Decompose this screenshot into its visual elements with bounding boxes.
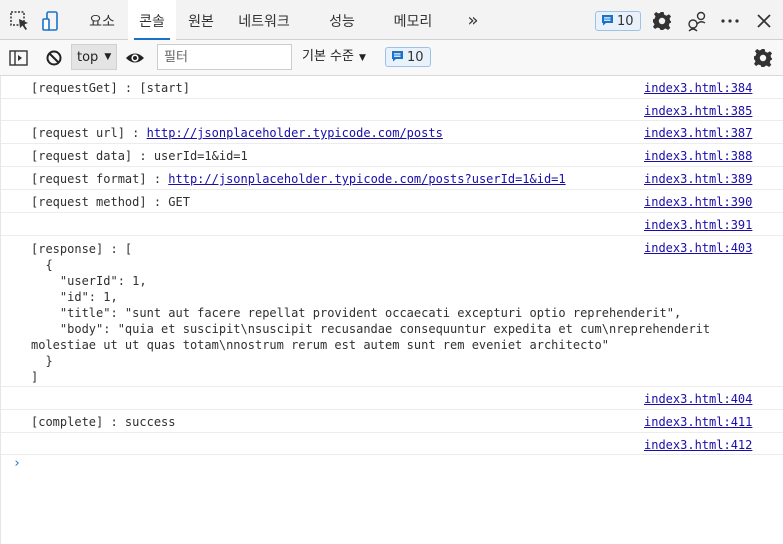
- log-message-text: [request format] :: [31, 172, 169, 186]
- devtools-tabbar: 요소 콘솔 원본 네트워크 성능 메모리 » 10: [0, 0, 783, 40]
- log-source-link[interactable]: index3.html:385: [644, 104, 752, 120]
- log-entry: index3.html:404: [1, 387, 783, 410]
- log-levels-dropdown[interactable]: 기본 수준 ▼: [302, 44, 366, 70]
- toolbar-message-count: 10: [407, 49, 424, 65]
- message-icon: [391, 50, 404, 65]
- context-value: top: [77, 49, 99, 65]
- log-entry: [requestGet] : [start] index3.html:384: [1, 76, 783, 99]
- request-format-link[interactable]: http://jsonplaceholder.typicode.com/post…: [168, 172, 565, 186]
- filter-input[interactable]: [157, 44, 292, 70]
- log-entry: [complete] : success index3.html:411: [1, 410, 783, 433]
- console-settings-gear-icon[interactable]: [752, 47, 774, 69]
- inspect-element-icon[interactable]: [9, 10, 31, 32]
- log-entry: [request data] : userId=1&id=1 index3.ht…: [1, 144, 783, 167]
- log-entry-response: [response] : [ { "userId": 1, "id": 1, "…: [1, 236, 783, 387]
- log-entry: [request format] : http://jsonplaceholde…: [1, 167, 783, 190]
- feedback-people-icon[interactable]: [686, 10, 708, 32]
- live-expression-eye-icon[interactable]: [124, 47, 146, 69]
- tab-performance[interactable]: 성능: [322, 0, 362, 40]
- tab-memory[interactable]: 메모리: [386, 0, 440, 40]
- tab-sources[interactable]: 원본: [181, 0, 221, 40]
- log-source-link[interactable]: index3.html:404: [644, 392, 752, 408]
- console-toolbar: top ▼ 기본 수준 ▼ 10: [0, 40, 783, 76]
- message-icon: [601, 14, 614, 29]
- console-output: [requestGet] : [start] index3.html:384 i…: [0, 76, 783, 544]
- tab-console[interactable]: 콘솔: [128, 0, 176, 40]
- settings-gear-icon[interactable]: [651, 10, 673, 32]
- log-message: [response] : [ { "userId": 1, "id": 1, "…: [31, 242, 711, 384]
- log-entry: [request method] : GET index3.html:390: [1, 190, 783, 213]
- device-emulation-icon[interactable]: [41, 10, 63, 32]
- context-selector[interactable]: top ▼: [71, 44, 117, 70]
- more-options-icon[interactable]: [719, 10, 741, 32]
- log-entry: index3.html:412: [1, 433, 783, 455]
- clear-console-icon[interactable]: [43, 47, 65, 69]
- console-prompt-chevron-icon[interactable]: ›: [13, 456, 21, 471]
- log-entry: index3.html:391: [1, 213, 783, 236]
- more-tabs-button[interactable]: »: [460, 0, 486, 40]
- messages-count-badge[interactable]: 10: [595, 11, 641, 31]
- message-count: 10: [617, 13, 634, 29]
- log-source-link[interactable]: index3.html:391: [644, 218, 752, 234]
- tab-elements[interactable]: 요소: [82, 0, 122, 40]
- close-icon[interactable]: [753, 10, 775, 32]
- dropdown-arrow-icon: ▼: [358, 53, 366, 63]
- log-source-link[interactable]: index3.html:390: [644, 195, 752, 211]
- log-source-link[interactable]: index3.html:412: [644, 438, 752, 454]
- log-source-link[interactable]: index3.html:388: [644, 149, 752, 165]
- tab-network[interactable]: 네트워크: [230, 0, 298, 40]
- log-source-link[interactable]: index3.html:387: [644, 126, 752, 142]
- show-sidebar-icon[interactable]: [8, 47, 30, 69]
- log-source-link[interactable]: index3.html:384: [644, 81, 752, 97]
- log-entry: [request url] : http://jsonplaceholder.t…: [1, 121, 783, 144]
- log-levels-label: 기본 수준: [302, 49, 354, 64]
- toolbar-messages-badge[interactable]: 10: [385, 47, 431, 67]
- log-source-link[interactable]: index3.html:403: [644, 241, 752, 257]
- log-source-link[interactable]: index3.html:389: [644, 172, 752, 188]
- dropdown-arrow-icon: ▼: [104, 52, 112, 62]
- log-source-link[interactable]: index3.html:411: [644, 415, 752, 431]
- log-entry: index3.html:385: [1, 99, 783, 121]
- log-message-text: [request url] :: [31, 126, 147, 140]
- request-url-link[interactable]: http://jsonplaceholder.typicode.com/post…: [147, 126, 443, 140]
